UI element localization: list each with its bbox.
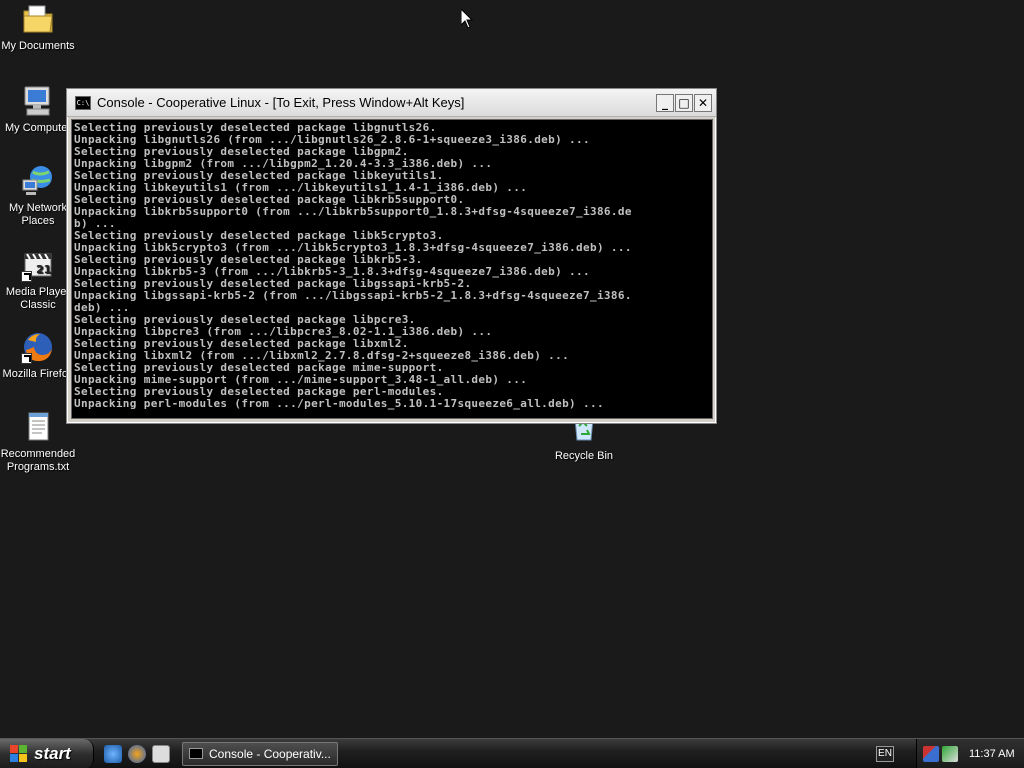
svg-text:21: 21	[36, 263, 51, 276]
close-button[interactable]: ✕	[694, 93, 712, 112]
console-line: Unpacking libgssapi-krb5-2 (from .../lib…	[74, 289, 632, 302]
windows-flag-icon	[10, 744, 28, 763]
maximize-button[interactable]: □	[675, 93, 693, 112]
folder-icon	[21, 2, 55, 36]
console-output[interactable]: Selecting previously deselected package …	[71, 119, 713, 419]
network-icon	[21, 164, 55, 198]
taskbar: start Console - Cooperativ... EN 11:37 A…	[0, 738, 1024, 768]
console-icon: C:\	[75, 95, 91, 110]
minimize-button[interactable]: _	[656, 93, 674, 112]
window-title: Console - Cooperative Linux - [To Exit, …	[97, 95, 465, 110]
taskbar-button-label: Console - Cooperativ...	[209, 746, 331, 761]
console-window[interactable]: C:\ Console - Cooperative Linux - [To Ex…	[66, 88, 717, 424]
desktop-icon-my-documents[interactable]: My Documents	[0, 2, 76, 53]
desktop-icon-recommended-programs[interactable]: Recommended Programs.txt	[0, 410, 76, 474]
console-icon	[189, 748, 203, 759]
desktop-icon-mozilla-firefox[interactable]: Mozilla Firefox	[0, 330, 76, 381]
computer-icon	[21, 84, 55, 118]
console-line: Unpacking perl-modules (from .../perl-mo…	[74, 397, 604, 410]
shortcut-arrow-icon	[21, 353, 32, 364]
window-titlebar[interactable]: C:\ Console - Cooperative Linux - [To Ex…	[67, 89, 716, 117]
media-player-icon: 21	[21, 248, 55, 282]
console-line: Unpacking libkrb5support0 (from .../libk…	[74, 205, 632, 218]
network-tray-icon[interactable]	[923, 746, 939, 762]
firefox-icon[interactable]	[128, 744, 146, 763]
quick-launch	[104, 744, 170, 763]
safely-remove-hardware-icon[interactable]	[942, 746, 958, 762]
mouse-cursor-icon	[460, 7, 474, 29]
desktop-icon-my-computer[interactable]: My Computer	[0, 84, 76, 135]
language-indicator[interactable]: EN	[876, 746, 894, 762]
clock[interactable]: 11:37 AM	[969, 748, 1015, 760]
start-button[interactable]: start	[0, 738, 94, 768]
ie-icon[interactable]	[104, 744, 122, 763]
desktop-icon-my-network-places[interactable]: My Network Places	[0, 164, 76, 228]
shortcut-arrow-icon	[21, 271, 32, 282]
media-player-icon[interactable]	[152, 744, 170, 763]
start-label: start	[34, 743, 71, 763]
taskbar-button-console[interactable]: Console - Cooperativ...	[182, 741, 338, 766]
desktop-icon-media-player-classic[interactable]: 21 Media Player Classic	[0, 248, 76, 312]
system-tray: 11:37 AM	[916, 739, 1024, 768]
firefox-icon	[21, 330, 55, 364]
text-file-icon	[21, 410, 55, 444]
